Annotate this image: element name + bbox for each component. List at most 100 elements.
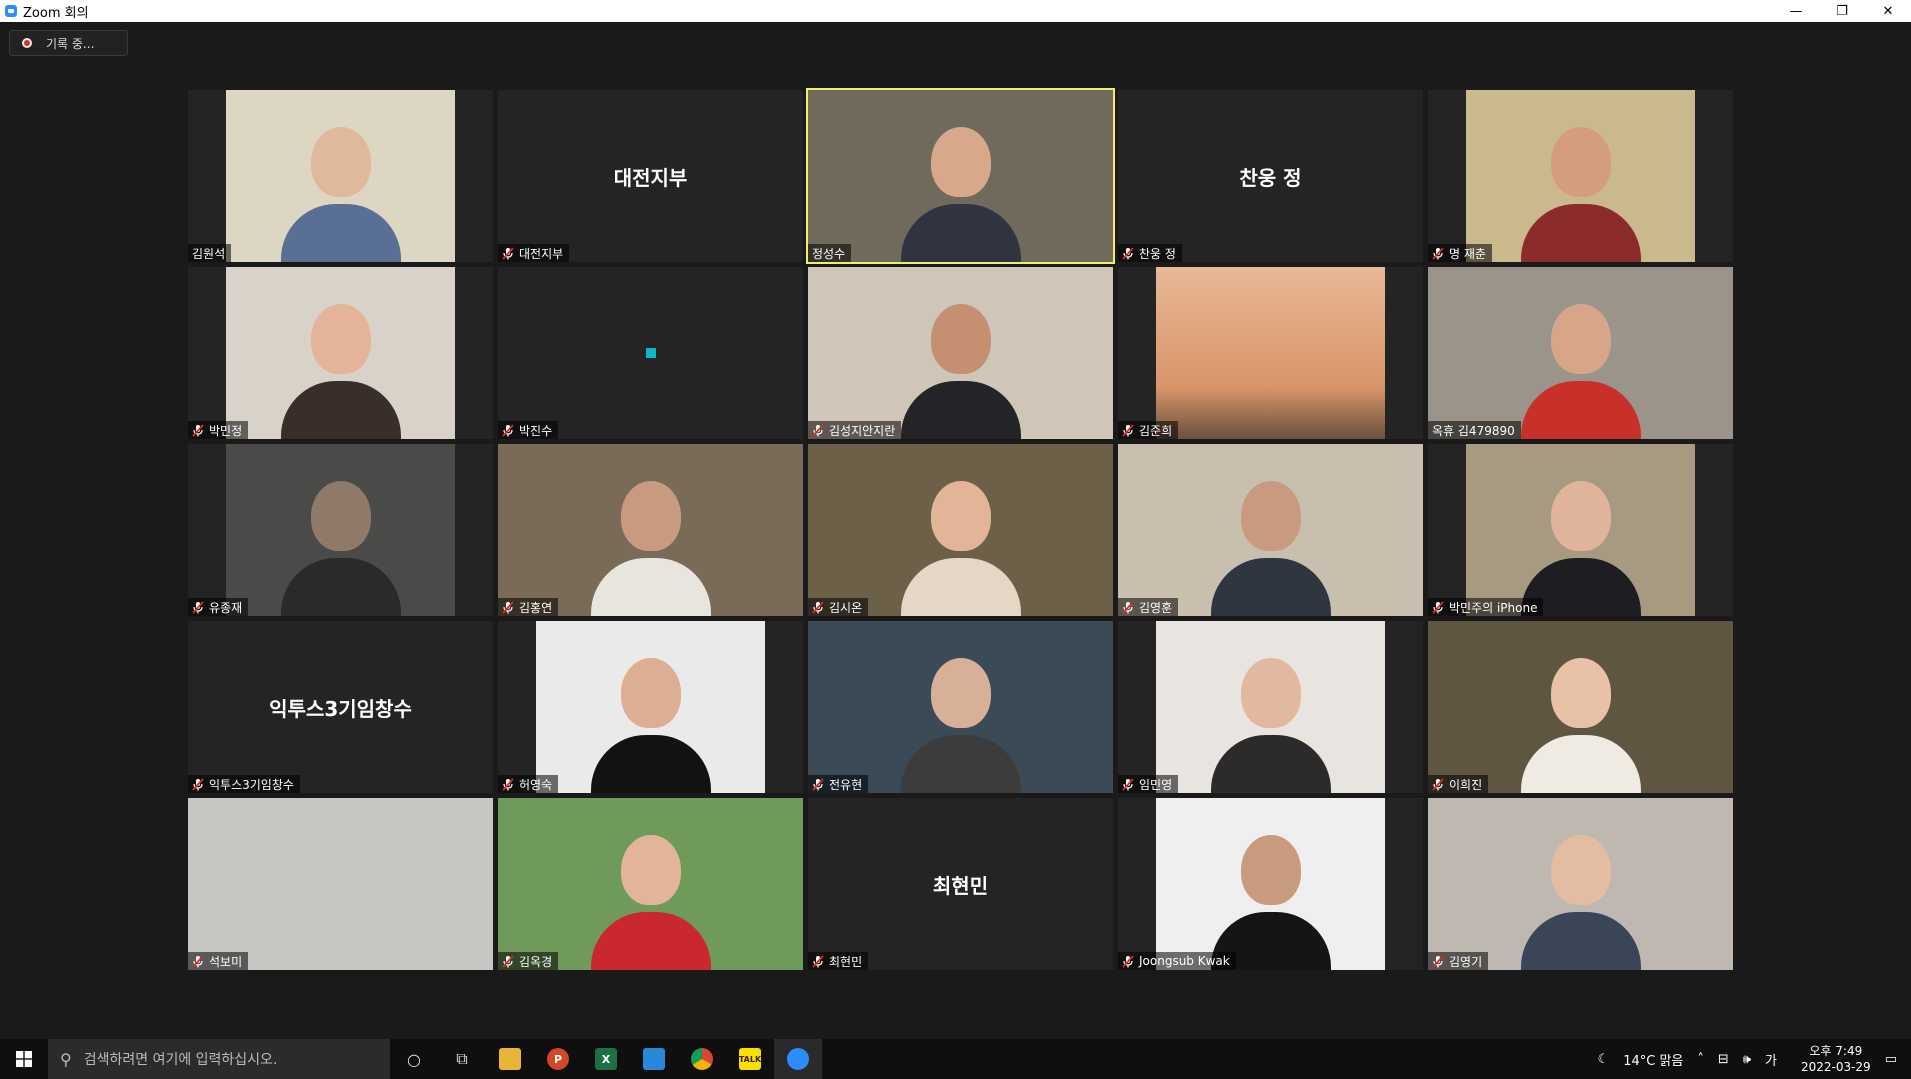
participant-tile[interactable]: 김원석 [188, 90, 493, 262]
participant-name: 전유현 [829, 777, 863, 792]
store-button[interactable] [630, 1039, 678, 1079]
head-shape [930, 658, 991, 728]
excel-button[interactable]: X [582, 1039, 630, 1079]
recording-indicator[interactable]: 기록 중... [9, 30, 128, 56]
head-shape [1240, 481, 1301, 551]
powerpoint-icon: P [547, 1048, 569, 1070]
recording-label: 기록 중... [46, 36, 95, 51]
store-icon [643, 1048, 665, 1070]
task-view-icon: ⧉ [456, 1049, 468, 1068]
participant-tile[interactable]: 김옥경 [498, 798, 803, 970]
participant-name-label: Joongsub Kwak [1118, 952, 1236, 970]
muted-mic-icon [192, 423, 204, 437]
clock[interactable]: 오후 7:49 2022-03-29 [1801, 1043, 1871, 1075]
participant-tile[interactable]: 최현민 최현민 [808, 798, 1113, 970]
participant-tile[interactable]: 김준희 [1118, 267, 1423, 439]
minimize-button[interactable]: — [1773, 0, 1819, 22]
participant-video [1156, 267, 1385, 439]
kakaotalk-button[interactable]: TALK [726, 1039, 774, 1079]
participant-video [226, 267, 455, 439]
participant-tile[interactable]: 김영훈 [1118, 444, 1423, 616]
windows-start-button[interactable] [0, 1039, 48, 1079]
participant-tile[interactable]: 정성수 [806, 88, 1115, 264]
muted-mic-icon [1432, 600, 1444, 614]
participant-tile[interactable]: 익투스3기임창수 익투스3기임창수 [188, 621, 493, 793]
muted-mic-icon [502, 777, 514, 791]
participant-name-label: 최현민 [808, 952, 869, 970]
participant-tile[interactable]: 이희진 [1428, 621, 1733, 793]
head-shape [1550, 481, 1611, 551]
participant-video [1428, 621, 1733, 793]
participant-name: 익투스3기임창수 [209, 777, 294, 792]
head-shape [1550, 835, 1611, 905]
close-button[interactable]: ✕ [1865, 0, 1911, 22]
connecting-indicator [646, 348, 656, 358]
muted-mic-icon [502, 954, 514, 968]
participant-silhouette [590, 643, 711, 793]
participant-name: 김영훈 [1139, 600, 1173, 615]
folder-icon [499, 1048, 521, 1070]
taskbar-search-box[interactable]: ⚲ 검색하려면 여기에 입력하십시오. [48, 1039, 390, 1079]
participant-name-label: 유종재 [188, 598, 249, 616]
participant-silhouette [1210, 820, 1331, 970]
participant-silhouette [590, 466, 711, 616]
participant-tile[interactable]: Joongsub Kwak [1118, 798, 1423, 970]
network-icon[interactable]: ⊟ [1718, 1052, 1729, 1067]
body-shape [590, 735, 711, 793]
participant-name: 김홍연 [519, 600, 553, 615]
zoom-taskbar-button[interactable] [774, 1039, 822, 1079]
participant-tile[interactable]: 석보미 [188, 798, 493, 970]
participant-name-label: 김원석 [188, 244, 232, 262]
head-shape [310, 127, 371, 197]
head-shape [1550, 304, 1611, 374]
participant-name-label: 허영숙 [498, 775, 559, 793]
participant-tile[interactable]: 김홍연 [498, 444, 803, 616]
muted-mic-icon [1122, 600, 1134, 614]
participant-video [808, 621, 1113, 793]
task-view-button[interactable]: ⧉ [438, 1039, 486, 1079]
participant-tile[interactable]: 허영숙 [498, 621, 803, 793]
chevron-up-icon[interactable]: ˄ [1697, 1052, 1704, 1067]
chrome-button[interactable] [678, 1039, 726, 1079]
notification-icon[interactable]: ▭ [1885, 1052, 1897, 1067]
participant-tile[interactable]: 전유현 [808, 621, 1113, 793]
muted-mic-icon [192, 777, 204, 791]
restore-button[interactable]: ❐ [1819, 0, 1865, 22]
excel-icon: X [595, 1048, 617, 1070]
file-explorer-button[interactable] [486, 1039, 534, 1079]
participant-tile[interactable]: 명 재춘 [1428, 90, 1733, 262]
muted-mic-icon [1122, 954, 1134, 968]
participant-tile[interactable]: 유종재 [188, 444, 493, 616]
muted-mic-icon [502, 423, 514, 437]
participant-display-name: 찬웅 정 [1239, 165, 1302, 190]
cortana-button[interactable]: ○ [390, 1039, 438, 1079]
participant-video [536, 621, 765, 793]
participant-tile[interactable]: 김영기 [1428, 798, 1733, 970]
participant-tile[interactable]: 김시온 [808, 444, 1113, 616]
participant-silhouette [1520, 643, 1641, 793]
participant-tile[interactable]: 옥휴 김479890 [1428, 267, 1733, 439]
participant-tile[interactable]: 김성지안지란 [808, 267, 1113, 439]
participant-name-label: 전유현 [808, 775, 869, 793]
participant-display-name: 익투스3기임창수 [269, 696, 412, 721]
participant-name: 석보미 [209, 954, 243, 969]
muted-mic-icon [1122, 777, 1134, 791]
participant-video [498, 444, 803, 616]
clock-time: 오후 7:49 [1809, 1044, 1863, 1058]
participant-name: 허영숙 [519, 777, 553, 792]
search-placeholder: 검색하려면 여기에 입력하십시오. [83, 1052, 278, 1068]
body-shape [900, 381, 1021, 439]
participant-tile[interactable]: 박진수 [498, 267, 803, 439]
participant-tile[interactable]: 찬웅 정 찬웅 정 [1118, 90, 1423, 262]
ime-indicator[interactable]: 가 [1765, 1050, 1777, 1069]
participant-tile[interactable]: 박민정 [188, 267, 493, 439]
participant-tile[interactable]: 박민주의 iPhone [1428, 444, 1733, 616]
participant-video [1118, 444, 1423, 616]
powerpoint-button[interactable]: P [534, 1039, 582, 1079]
weather-label[interactable]: 14°C 맑음 [1623, 1050, 1683, 1069]
volume-icon[interactable]: 🕪 [1743, 1052, 1751, 1067]
participant-display-name: 최현민 [932, 873, 989, 898]
participant-tile[interactable]: 임민영 [1118, 621, 1423, 793]
participant-tile[interactable]: 대전지부 대전지부 [498, 90, 803, 262]
muted-mic-icon [502, 246, 514, 260]
